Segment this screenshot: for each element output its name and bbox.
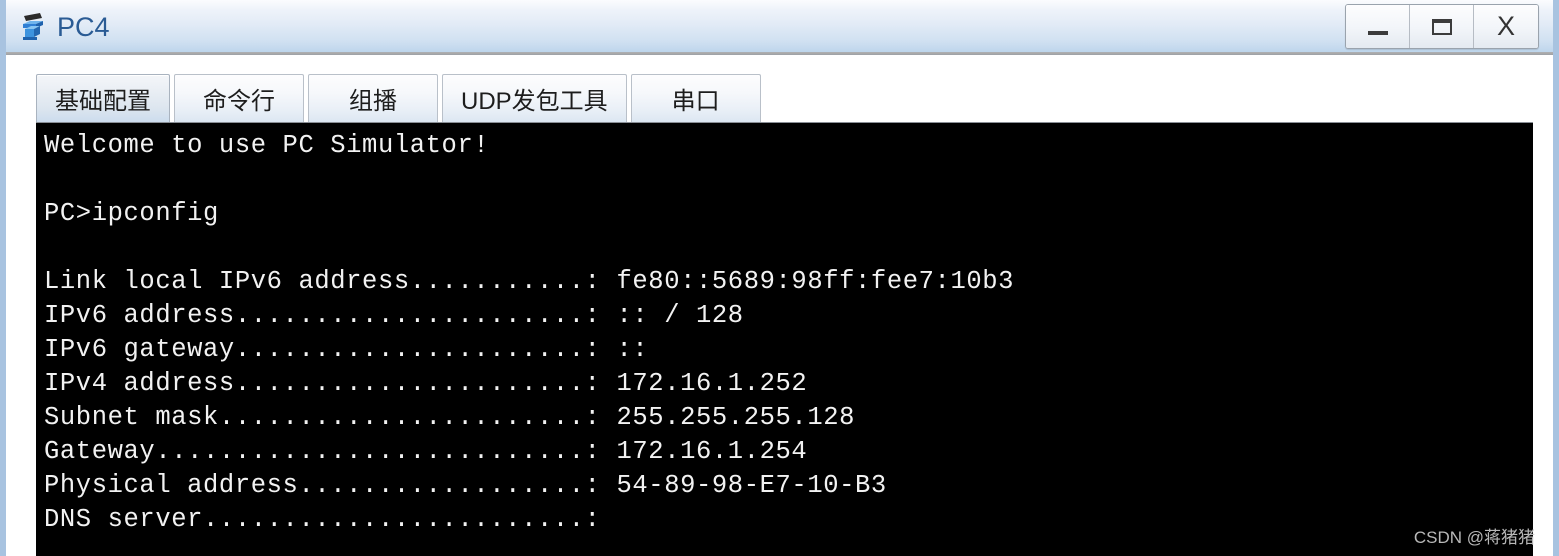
tab-strip: 基础配置 命令行 组播 UDP发包工具 串口 <box>6 56 1553 124</box>
tab-multicast-label: 组播 <box>349 88 397 115</box>
window-title: PC4 <box>57 11 110 42</box>
tab-multicast[interactable]: 组播 <box>308 74 438 122</box>
tab-command-line[interactable]: 命令行 <box>174 74 304 122</box>
close-icon: X <box>1496 11 1515 41</box>
tab-list: 基础配置 命令行 组播 UDP发包工具 串口 <box>36 74 761 122</box>
window-controls: X <box>1345 4 1539 49</box>
terminal-console[interactable]: Welcome to use PC Simulator! PC>ipconfig… <box>36 122 1533 556</box>
titlebar-left-group: PC4 <box>6 11 110 43</box>
close-button[interactable]: X <box>1474 5 1538 48</box>
tab-serial-port-label: 串口 <box>671 88 720 115</box>
tab-serial-port[interactable]: 串口 <box>630 74 761 122</box>
maximize-button[interactable] <box>1410 5 1474 48</box>
tab-udp-tool[interactable]: UDP发包工具 <box>442 74 627 122</box>
tab-basic-config-label: 基础配置 <box>55 88 151 115</box>
tab-udp-tool-label: UDP发包工具 <box>461 88 608 115</box>
tab-basic-config[interactable]: 基础配置 <box>36 74 170 122</box>
maximize-icon <box>1431 18 1452 35</box>
minimize-button[interactable] <box>1346 5 1410 48</box>
pc4-simulator-window: PC4 X 基础配置 命令行 组播 UDP发包工具 串口 Welcome to … <box>0 0 1559 556</box>
minimize-icon <box>1367 30 1388 35</box>
pc-device-icon <box>20 11 50 43</box>
terminal-output: Welcome to use PC Simulator! PC>ipconfig… <box>44 131 1015 534</box>
tab-command-line-label: 命令行 <box>203 88 275 115</box>
window-titlebar: PC4 X <box>6 0 1553 55</box>
